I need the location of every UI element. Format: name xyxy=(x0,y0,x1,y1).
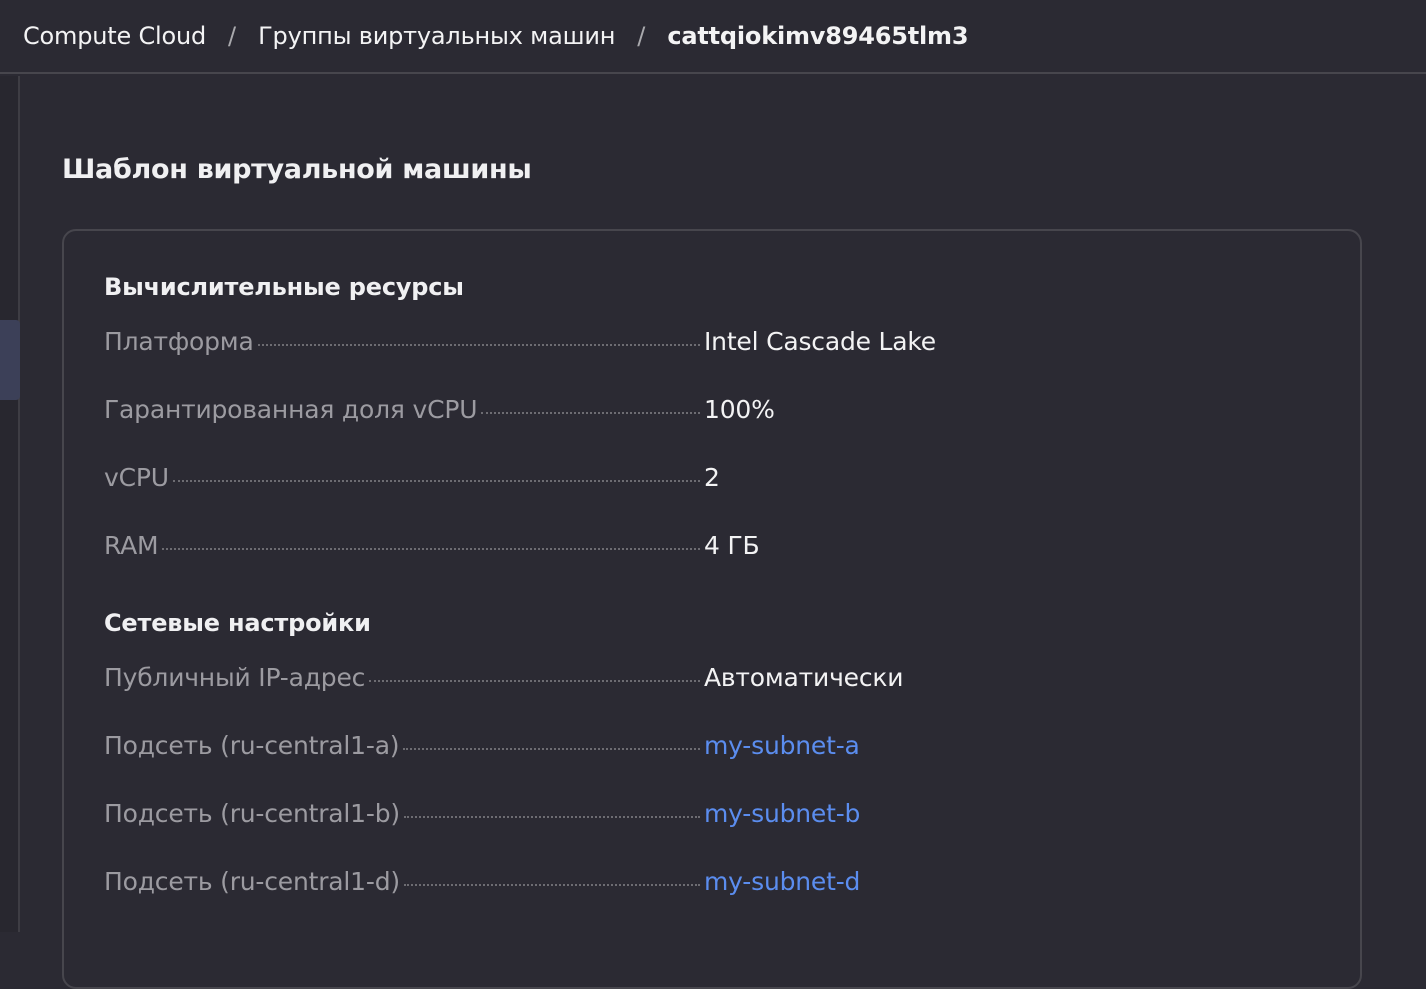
row-vcpu: vCPU 2 xyxy=(104,463,1204,497)
platform-value: Intel Cascade Lake xyxy=(704,327,936,356)
ram-value: 4 ГБ xyxy=(704,531,760,560)
row-vcpu-share: Гарантированная доля vCPU 100% xyxy=(104,395,1204,429)
row-ram: RAM 4 ГБ xyxy=(104,531,1204,565)
left-nav-active-item[interactable] xyxy=(0,320,20,400)
dotted-leader xyxy=(403,816,700,818)
row-label: vCPU xyxy=(104,463,169,492)
row-public-ip: Публичный IP-адрес Автоматически xyxy=(104,663,1204,697)
row-label: Подсеть (ru-central1-b) xyxy=(104,799,400,828)
dotted-leader xyxy=(257,344,700,346)
dotted-leader xyxy=(403,748,700,750)
row-subnet-b: Подсеть (ru-central1-b) my-subnet-b xyxy=(104,799,1204,833)
dotted-leader xyxy=(403,884,700,886)
row-label: Подсеть (ru-central1-a) xyxy=(104,731,400,760)
page-title: Шаблон виртуальной машины xyxy=(62,154,532,185)
vcpu-value: 2 xyxy=(704,463,720,492)
row-label: Гарантированная доля vCPU xyxy=(104,395,478,424)
dotted-leader xyxy=(369,680,700,682)
main-content: Шаблон виртуальной машины Вычислительные… xyxy=(22,76,1426,989)
vm-template-card: Вычислительные ресурсы Платформа Intel C… xyxy=(62,229,1362,989)
row-platform: Платформа Intel Cascade Lake xyxy=(104,327,1204,361)
row-subnet-a: Подсеть (ru-central1-a) my-subnet-a xyxy=(104,731,1204,765)
breadcrumb-current-group: cattqiokimv89465tlm3 xyxy=(667,22,969,50)
top-header: Compute Cloud / Группы виртуальных машин… xyxy=(0,0,1426,74)
dotted-leader xyxy=(481,412,700,414)
dotted-leader xyxy=(162,548,700,550)
row-label: Публичный IP-адрес xyxy=(104,663,366,692)
network-settings-title: Сетевые настройки xyxy=(104,609,371,637)
row-label: Платформа xyxy=(104,327,254,356)
breadcrumb-separator: / xyxy=(637,22,646,50)
subnet-d-link[interactable]: my-subnet-d xyxy=(700,867,860,896)
subnet-b-link[interactable]: my-subnet-b xyxy=(700,799,860,828)
row-label: RAM xyxy=(104,531,159,560)
left-nav-rail[interactable] xyxy=(0,76,20,932)
subnet-a-link[interactable]: my-subnet-a xyxy=(700,731,860,760)
row-label: Подсеть (ru-central1-d) xyxy=(104,867,400,896)
breadcrumb-separator: / xyxy=(228,22,237,50)
breadcrumb-compute-cloud[interactable]: Compute Cloud xyxy=(23,22,206,50)
dotted-leader xyxy=(172,480,700,482)
breadcrumb-vm-groups[interactable]: Группы виртуальных машин xyxy=(258,22,615,50)
compute-resources-title: Вычислительные ресурсы xyxy=(104,273,464,301)
public-ip-value: Автоматически xyxy=(704,663,904,692)
vcpu-share-value: 100% xyxy=(704,395,775,424)
row-subnet-d: Подсеть (ru-central1-d) my-subnet-d xyxy=(104,867,1204,901)
